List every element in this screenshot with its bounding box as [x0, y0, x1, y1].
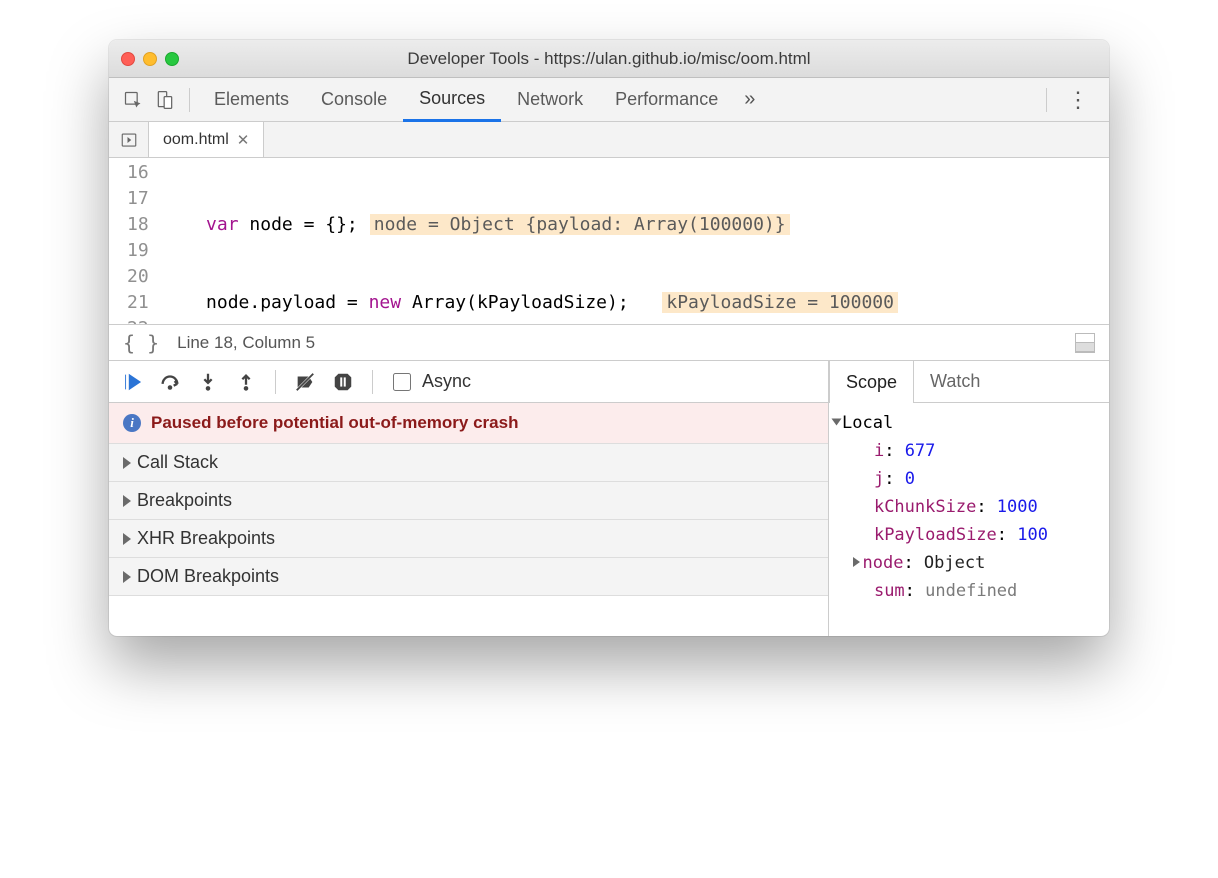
tab-performance[interactable]: Performance [599, 78, 734, 122]
source-tab-bar: oom.html ✕ [109, 122, 1109, 158]
line-number: 20 [127, 264, 149, 290]
scope-var[interactable]: sum: undefined [833, 577, 1105, 605]
step-into-icon[interactable] [195, 369, 221, 395]
separator [275, 370, 276, 394]
pause-message: Paused before potential out-of-memory cr… [151, 413, 518, 433]
scope-body: Local i: 677 j: 0 kChunkSize: 1000 kPayl… [829, 403, 1109, 636]
line-number: 22 [127, 316, 149, 324]
pause-on-exceptions-icon[interactable] [330, 369, 356, 395]
debugger-toolbar: Async [109, 361, 828, 403]
drawer-toggle-icon[interactable] [1075, 333, 1095, 353]
line-gutter: 16 17 18 19 20 21 22 [109, 158, 159, 324]
scope-var[interactable]: i: 677 [833, 437, 1105, 465]
separator [189, 88, 190, 112]
window-title: Developer Tools - https://ulan.github.io… [109, 49, 1109, 69]
scope-var[interactable]: kChunkSize: 1000 [833, 493, 1105, 521]
line-number: 19 [127, 238, 149, 264]
separator [1046, 88, 1047, 112]
inline-hint: node = Object {payload: Array(100000)} [370, 214, 790, 235]
section-breakpoints[interactable]: Breakpoints [109, 482, 828, 520]
scope-var[interactable]: node: Object [833, 549, 1105, 577]
chevron-down-icon [832, 419, 842, 426]
section-xhr-breakpoints[interactable]: XHR Breakpoints [109, 520, 828, 558]
file-tab-label: oom.html [163, 131, 229, 149]
resume-icon[interactable] [119, 369, 145, 395]
devtools-window: Developer Tools - https://ulan.github.io… [109, 40, 1109, 636]
chevron-right-icon [123, 533, 131, 545]
tab-network[interactable]: Network [501, 78, 599, 122]
chevron-right-icon [853, 557, 860, 567]
tab-scope[interactable]: Scope [829, 361, 914, 403]
devtools-tab-bar: Elements Console Sources Network Perform… [109, 78, 1109, 122]
device-toolbar-icon[interactable] [149, 84, 181, 116]
debugger-left-pane: Async i Paused before potential out-of-m… [109, 361, 829, 636]
section-call-stack[interactable]: Call Stack [109, 444, 828, 482]
chevron-right-icon [123, 495, 131, 507]
scope-var[interactable]: j: 0 [833, 465, 1105, 493]
code-line: var node = {};node = Object {payload: Ar… [159, 212, 1109, 238]
minimize-window-button[interactable] [143, 52, 157, 66]
file-tab-oom[interactable]: oom.html ✕ [149, 122, 264, 157]
step-out-icon[interactable] [233, 369, 259, 395]
pretty-print-icon[interactable]: { } [123, 331, 159, 355]
deactivate-breakpoints-icon[interactable] [292, 369, 318, 395]
line-number: 17 [127, 186, 149, 212]
code-line: node.payload = new Array(kPayloadSize); … [159, 290, 1109, 316]
tab-watch[interactable]: Watch [914, 361, 996, 402]
line-number: 18 [127, 212, 149, 238]
info-icon: i [123, 414, 141, 432]
scope-watch-tabs: Scope Watch [829, 361, 1109, 403]
close-file-tab-icon[interactable]: ✕ [237, 131, 250, 149]
inline-hint: kPayloadSize = 100000 [662, 292, 898, 313]
async-label: Async [422, 371, 471, 392]
zoom-window-button[interactable] [165, 52, 179, 66]
titlebar: Developer Tools - https://ulan.github.io… [109, 40, 1109, 78]
close-window-button[interactable] [121, 52, 135, 66]
scope-var[interactable]: kPayloadSize: 100 [833, 521, 1105, 549]
pause-banner: i Paused before potential out-of-memory … [109, 403, 828, 444]
navigator-toggle-icon[interactable] [109, 122, 149, 157]
tab-console[interactable]: Console [305, 78, 403, 122]
inspect-element-icon[interactable] [117, 84, 149, 116]
async-checkbox[interactable]: Async [389, 370, 471, 394]
async-checkbox-input[interactable] [393, 373, 411, 391]
step-over-icon[interactable] [157, 369, 183, 395]
scope-local-header[interactable]: Local [833, 409, 1105, 437]
tab-elements[interactable]: Elements [198, 78, 305, 122]
code-body: var node = {};node = Object {payload: Ar… [159, 158, 1109, 324]
code-editor[interactable]: 16 17 18 19 20 21 22 var node = {};node … [109, 158, 1109, 324]
traffic-lights [121, 52, 179, 66]
more-tabs-icon[interactable]: » [734, 88, 765, 111]
cursor-position: Line 18, Column 5 [177, 333, 315, 353]
section-dom-breakpoints[interactable]: DOM Breakpoints [109, 558, 828, 596]
debugger-panel: Async i Paused before potential out-of-m… [109, 360, 1109, 636]
chevron-right-icon [123, 457, 131, 469]
editor-status-bar: { } Line 18, Column 5 [109, 324, 1109, 360]
settings-kebab-icon[interactable]: ⋮ [1055, 87, 1101, 113]
debugger-right-pane: Scope Watch Local i: 677 j: 0 kChunkSize… [829, 361, 1109, 636]
tab-sources[interactable]: Sources [403, 78, 501, 122]
line-number: 16 [127, 160, 149, 186]
separator [372, 370, 373, 394]
chevron-right-icon [123, 571, 131, 583]
line-number: 21 [127, 290, 149, 316]
